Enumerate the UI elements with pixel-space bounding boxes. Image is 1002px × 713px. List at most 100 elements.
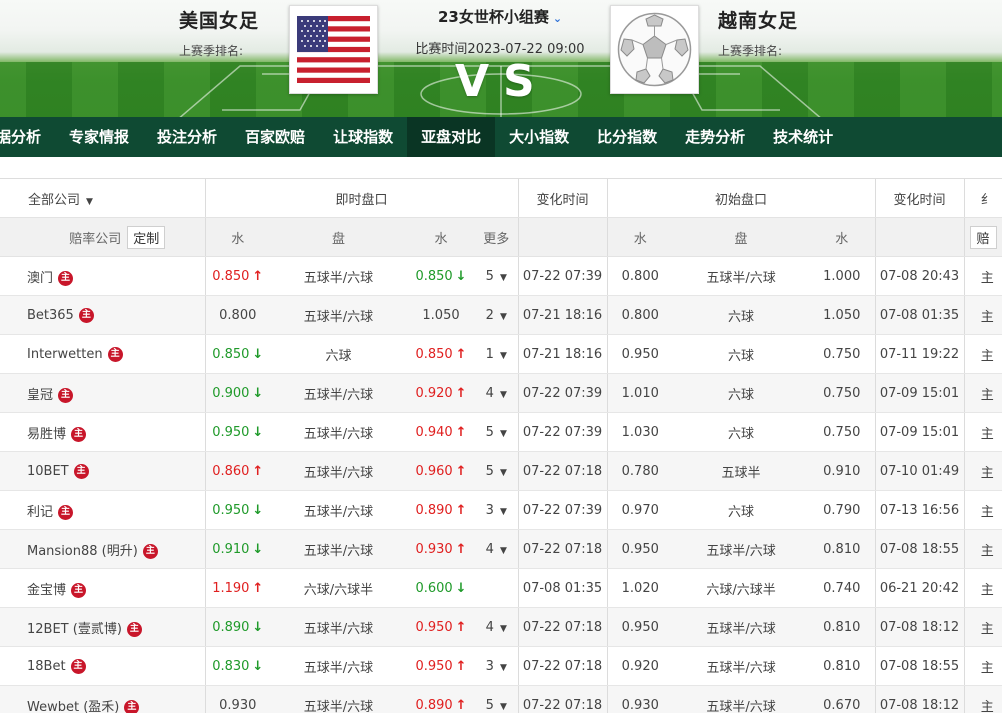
table-row[interactable]: 皇冠主 0.900 ↓ 五球半/六球 0.920 ↑ 4 ▼ 07-22 07:39 1.010 六… xyxy=(0,373,1002,413)
customize-button[interactable]: 定制 xyxy=(127,225,166,249)
live-handicap: 六球/六球半 xyxy=(270,568,407,608)
home-badge: 主 xyxy=(78,307,94,323)
arrow-down-icon: ↓ xyxy=(252,424,264,440)
nav-handicap-index[interactable]: 让球指数 xyxy=(319,117,407,157)
live-water-home: 0.850 ↑ xyxy=(204,256,270,296)
extra-cell: 主 xyxy=(963,334,1002,374)
table-row[interactable]: Wewbet (盈禾) 主 0.930 五球半/六球 0.890 ↑ 5 ▼ 07-22 07:… xyxy=(0,685,1002,713)
away-team-logo[interactable] xyxy=(610,5,699,94)
nav-asian-handicap[interactable]: 亚盘对比 xyxy=(407,117,496,157)
more-cell[interactable]: 5 ▼ xyxy=(475,412,519,452)
company-cell[interactable]: Interwetten 主 xyxy=(0,334,205,374)
arrow-up-icon: ↑ xyxy=(455,541,467,557)
more-cell[interactable]: 3 ▼ xyxy=(475,646,519,686)
init-handicap: 五球半/六球 xyxy=(673,646,810,686)
table-row[interactable]: 金宝博主 1.190 ↑ 六球/六球半 0.600 ↓ 07-08 01:35 1.020 六球… xyxy=(0,568,1002,608)
company-name: Bet365 xyxy=(27,307,74,323)
home-badge: 主 xyxy=(71,582,87,598)
more-cell[interactable]: 4 ▼ xyxy=(475,607,519,647)
change-time: 07-22 07:39 xyxy=(517,412,608,452)
more-cell[interactable]: 3 ▼ xyxy=(475,490,519,530)
league-selector[interactable]: 23女世杯小组赛 ⌄ xyxy=(390,6,610,27)
table-row[interactable]: 澳门主 0.850 ↑ 五球半/六球 0.850 ↓ 5 ▼ 07-22 07:39 0.800 五… xyxy=(0,256,1002,296)
company-cell[interactable]: 利记主 xyxy=(0,490,205,530)
more-count: 5 xyxy=(485,697,494,713)
more-cell[interactable]: 4 ▼ xyxy=(475,373,519,413)
nav-expert-info[interactable]: 专家情报 xyxy=(55,117,143,157)
init-water-home: 1.010 xyxy=(606,373,674,413)
away-team: 越南女足 上赛季排名: xyxy=(718,6,798,59)
home-badge: 主 xyxy=(124,699,140,713)
company-cell[interactable]: 皇冠主 xyxy=(0,373,205,413)
home-team-name[interactable]: 美国女足 xyxy=(179,6,259,33)
company-cell[interactable]: 易胜博主 xyxy=(0,412,205,452)
init-water-away: 0.810 xyxy=(809,646,876,686)
nav-betting-analysis[interactable]: 投注分析 xyxy=(143,117,231,157)
nav-over-under[interactable]: 大小指数 xyxy=(495,117,583,157)
table-row[interactable]: 12BET (壹贰博) 主 0.890 ↓ 五球半/六球 0.950 ↑ 4 ▼ 07-22 07… xyxy=(0,607,1002,647)
all-companies-filter[interactable]: 全部公司 ▼ xyxy=(0,178,205,218)
away-team-name[interactable]: 越南女足 xyxy=(718,6,798,33)
more-cell[interactable]: 4 ▼ xyxy=(475,529,519,569)
more-cell xyxy=(475,568,519,608)
home-team-logo[interactable] xyxy=(289,5,378,94)
extra-sub-header: 赔 xyxy=(963,217,1002,257)
extra-cell: 主 xyxy=(963,256,1002,296)
time-blank-header xyxy=(517,217,608,257)
init-water-away: 0.750 xyxy=(809,412,876,452)
table-row[interactable]: 易胜博主 0.950 ↓ 五球半/六球 0.940 ↑ 5 ▼ 07-22 07:39 1.030… xyxy=(0,412,1002,452)
home-team: 美国女足 上赛季排名: xyxy=(179,6,259,59)
live-water-away-value: 0.600 xyxy=(415,580,453,596)
company-cell[interactable]: Wewbet (盈禾) 主 xyxy=(0,685,205,713)
table-row[interactable]: 10BET 主 0.860 ↑ 五球半/六球 0.960 ↑ 5 ▼ 07-22 07:18 0.7… xyxy=(0,451,1002,491)
company-cell[interactable]: 澳门主 xyxy=(0,256,205,296)
caret-down-icon: ▼ xyxy=(499,545,507,556)
arrow-down-icon: ↓ xyxy=(252,619,264,635)
table-row[interactable]: 利记主 0.950 ↓ 五球半/六球 0.890 ↑ 3 ▼ 07-22 07:39 0.970 六… xyxy=(0,490,1002,530)
more-count: 5 xyxy=(485,463,494,479)
more-cell[interactable]: 5 ▼ xyxy=(475,256,519,296)
init-handicap: 五球半/六球 xyxy=(673,685,810,713)
live-water-away-value: 0.890 xyxy=(415,697,453,713)
more-cell[interactable]: 5 ▼ xyxy=(475,451,519,491)
company-cell[interactable]: 金宝博主 xyxy=(0,568,205,608)
init-change-time: 07-09 15:01 xyxy=(874,373,965,413)
table-row[interactable]: Interwetten 主 0.850 ↓ 六球 0.850 ↑ 1 ▼ 07-21 18:16 0… xyxy=(0,334,1002,374)
company-cell[interactable]: 10BET 主 xyxy=(0,451,205,491)
init-handicap: 六球 xyxy=(673,295,810,335)
nav-score-index[interactable]: 比分指数 xyxy=(583,117,671,157)
arrow-up-icon: ↑ xyxy=(455,502,467,518)
company-cell[interactable]: 18Bet 主 xyxy=(0,646,205,686)
init-water-home: 0.950 xyxy=(606,334,674,374)
live-water-home: 0.950 ↓ xyxy=(204,490,270,530)
nav-trend-analysis[interactable]: 走势分析 xyxy=(671,117,759,157)
caret-down-icon: ▼ xyxy=(499,272,507,283)
extra-sub-button[interactable]: 赔 xyxy=(969,225,997,249)
more-cell[interactable]: 5 ▼ xyxy=(475,685,519,713)
company-name: 12BET (壹贰博) xyxy=(27,621,122,637)
change-time: 07-22 07:18 xyxy=(517,451,608,491)
live-water-home-value: 0.830 xyxy=(212,658,250,674)
company-cell[interactable]: 12BET (壹贰博) 主 xyxy=(0,607,205,647)
init-change-time: 07-10 01:49 xyxy=(874,451,965,491)
init-handicap: 五球半/六球 xyxy=(673,529,810,569)
table-row[interactable]: 18Bet 主 0.830 ↓ 五球半/六球 0.950 ↑ 3 ▼ 07-22 07:18 0.9… xyxy=(0,646,1002,686)
soccer-ball-icon xyxy=(617,12,692,87)
live-water-away: 0.600 ↓ xyxy=(407,568,475,608)
init-water-away: 0.750 xyxy=(809,334,876,374)
nav-euro-odds[interactable]: 百家欧赔 xyxy=(231,117,319,157)
arrow-up-icon: ↑ xyxy=(455,346,467,362)
more-cell[interactable]: 1 ▼ xyxy=(475,334,519,374)
live-water-home: 1.190 ↑ xyxy=(204,568,270,608)
arrow-down-icon: ↓ xyxy=(455,268,467,284)
table-row[interactable]: Mansion88 (明升) 主 0.910 ↓ 五球半/六球 0.930 ↑ 4 ▼ 07-22… xyxy=(0,529,1002,569)
company-cell[interactable]: Bet365 主 xyxy=(0,295,205,335)
company-cell[interactable]: Mansion88 (明升) 主 xyxy=(0,529,205,569)
nav-tech-stats[interactable]: 技术统计 xyxy=(759,117,847,157)
nav-data-analysis[interactable]: 据分析 xyxy=(0,117,55,157)
live-handicap: 五球半/六球 xyxy=(270,256,407,296)
live-odds-header: 即时盘口 xyxy=(204,178,519,218)
table-row[interactable]: Bet365 主 0.800 五球半/六球 1.050 2 ▼ 07-21 18:16 0.80… xyxy=(0,295,1002,335)
more-cell[interactable]: 2 ▼ xyxy=(475,295,519,335)
arrow-up-icon: ↑ xyxy=(252,463,264,479)
